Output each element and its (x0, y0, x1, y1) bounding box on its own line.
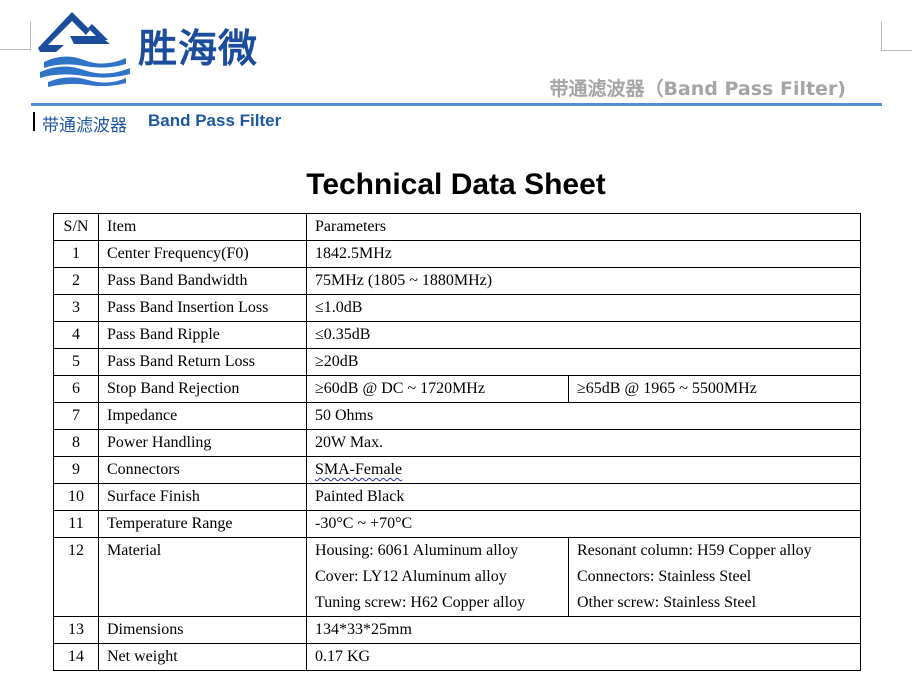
row-sn: 9 (53, 456, 99, 484)
row-value: ≤0.35dB (305, 321, 862, 349)
material-line: Tuning screw: H62 Copper alloy (315, 594, 526, 611)
header-item: Item (98, 213, 307, 241)
row-value: ≤1.0dB (305, 294, 862, 322)
row-value: Painted Black (305, 483, 862, 511)
row-sn: 5 (53, 348, 99, 376)
row-sn: 14 (53, 643, 99, 671)
connector-value: SMA-Female (315, 461, 403, 478)
table-row: 4 Pass Band Ripple ≤0.35dB (53, 321, 862, 349)
row-sn: 12 (53, 537, 99, 617)
row-sn: 3 (53, 294, 99, 322)
row-item: Center Frequency(F0) (98, 240, 307, 268)
header-divider (31, 103, 882, 106)
row-sn: 6 (53, 375, 99, 403)
row-sn: 7 (53, 402, 99, 430)
material-line: Other screw: Stainless Steel (577, 594, 757, 611)
row-value: 134*33*25mm (305, 616, 862, 644)
table-row: 2 Pass Band Bandwidth 75MHz (1805 ~ 1880… (53, 267, 862, 295)
row-value-secondary: ≥65dB @ 1965 ~ 5500MHz (567, 375, 862, 403)
row-sn: 4 (53, 321, 99, 349)
material-line: Connectors: Stainless Steel (577, 568, 752, 585)
crop-mark (0, 49, 30, 50)
row-item: Pass Band Bandwidth (98, 267, 307, 295)
row-sn: 8 (53, 429, 99, 457)
table-row-material: 12 Material Housing: 6061 Aluminum alloy… (53, 537, 862, 617)
header-sn: S/N (53, 213, 99, 241)
crop-mark (882, 50, 912, 51)
table-header-row: S/N Item Parameters (53, 213, 862, 241)
row-item: Material (98, 537, 307, 617)
row-item: Impedance (98, 402, 307, 430)
material-right: Resonant column: H59 Copper alloy Connec… (567, 537, 862, 617)
row-value: 75MHz (1805 ~ 1880MHz) (305, 267, 862, 295)
subheader-en: Band Pass Filter (148, 111, 282, 130)
row-value: 20W Max. (305, 429, 862, 457)
crop-mark (30, 22, 31, 50)
material-line: Housing: 6061 Aluminum alloy (315, 542, 519, 559)
row-sn: 10 (53, 483, 99, 511)
header-product-title: 带通滤波器（Band Pass Filter) (549, 78, 846, 100)
row-item: Surface Finish (98, 483, 307, 511)
row-item: Pass Band Insertion Loss (98, 294, 307, 322)
row-item: Connectors (98, 456, 307, 484)
material-line: Cover: LY12 Aluminum alloy (315, 568, 507, 585)
table-row: 13 Dimensions 134*33*25mm (53, 616, 862, 644)
subheader-cn: 带通滤波器 (42, 116, 127, 136)
document-title: Technical Data Sheet (306, 168, 606, 201)
table-row: 6 Stop Band Rejection ≥60dB @ DC ~ 1720M… (53, 375, 862, 403)
table-row: 3 Pass Band Insertion Loss ≤1.0dB (53, 294, 862, 322)
row-value: ≥20dB (305, 348, 862, 376)
table-row: 14 Net weight 0.17 KG (53, 643, 862, 671)
table-row: 11 Temperature Range -30°C ~ +70°C (53, 510, 862, 538)
row-value: -30°C ~ +70°C (305, 510, 862, 538)
subheader-marker (33, 112, 35, 131)
row-item: Pass Band Return Loss (98, 348, 307, 376)
spec-table: S/N Item Parameters 1 Center Frequency(F… (53, 213, 862, 671)
row-value: ≥60dB @ DC ~ 1720MHz (306, 375, 569, 403)
table-row: 7 Impedance 50 Ohms (53, 402, 862, 430)
material-line: Resonant column: H59 Copper alloy (577, 542, 812, 559)
brand-name: 胜海微 (138, 27, 259, 72)
row-item: Dimensions (98, 616, 307, 644)
row-item: Pass Band Ripple (98, 321, 307, 349)
row-sn: 1 (53, 240, 99, 268)
header-parameters: Parameters (305, 213, 862, 241)
row-item: Temperature Range (98, 510, 307, 538)
row-value: 1842.5MHz (305, 240, 862, 268)
row-item: Net weight (98, 643, 307, 671)
company-logo-icon (38, 12, 130, 87)
row-value: SMA-Female (305, 456, 862, 484)
row-value: 50 Ohms (305, 402, 862, 430)
row-sn: 2 (53, 267, 99, 295)
table-row: 10 Surface Finish Painted Black (53, 483, 862, 511)
table-row: 5 Pass Band Return Loss ≥20dB (53, 348, 862, 376)
table-row: 9 Connectors SMA-Female (53, 456, 862, 484)
crop-mark (881, 22, 882, 51)
table-row: 8 Power Handling 20W Max. (53, 429, 862, 457)
row-sn: 11 (53, 510, 99, 538)
row-item: Power Handling (98, 429, 307, 457)
row-sn: 13 (53, 616, 99, 644)
table-row: 1 Center Frequency(F0) 1842.5MHz (53, 240, 862, 268)
row-value: 0.17 KG (305, 643, 862, 671)
row-item: Stop Band Rejection (98, 375, 307, 403)
material-left: Housing: 6061 Aluminum alloy Cover: LY12… (306, 537, 569, 617)
